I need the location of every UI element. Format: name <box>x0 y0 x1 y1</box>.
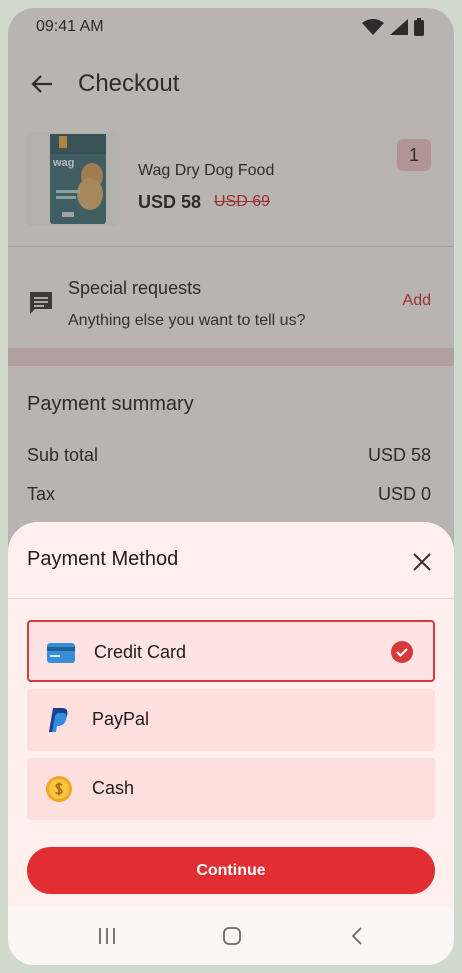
payment-option-label: PayPal <box>92 709 150 729</box>
paypal-icon <box>45 706 73 734</box>
check-circle-icon <box>391 641 413 663</box>
cash-coin-icon <box>45 775 73 803</box>
continue-button[interactable]: Continue <box>27 847 435 894</box>
payment-option-credit-card[interactable]: Credit Card <box>27 620 435 682</box>
home-icon <box>223 927 241 945</box>
recent-apps-button[interactable] <box>92 921 122 951</box>
payment-option-paypal[interactable]: PayPal <box>27 689 435 751</box>
payment-option-cash[interactable]: Cash <box>27 758 435 820</box>
payment-option-label: Credit Card <box>94 642 187 662</box>
chevron-left-icon <box>351 927 362 945</box>
recent-apps-icon <box>99 928 115 944</box>
credit-card-icon <box>47 639 75 667</box>
home-button[interactable] <box>217 921 247 951</box>
payment-option-label: Cash <box>92 778 135 798</box>
divider <box>8 598 454 599</box>
system-nav-bar <box>8 907 454 965</box>
phone-frame: 09:41 AM Checkout wag Wag Dry Dog Food U… <box>8 8 454 965</box>
payment-method-sheet: Payment Method Credit Card PayPal Cash C… <box>8 522 454 965</box>
sheet-title: Payment Method <box>27 548 179 570</box>
system-back-button[interactable] <box>342 921 372 951</box>
close-button[interactable] <box>408 548 436 576</box>
close-icon <box>413 553 431 571</box>
